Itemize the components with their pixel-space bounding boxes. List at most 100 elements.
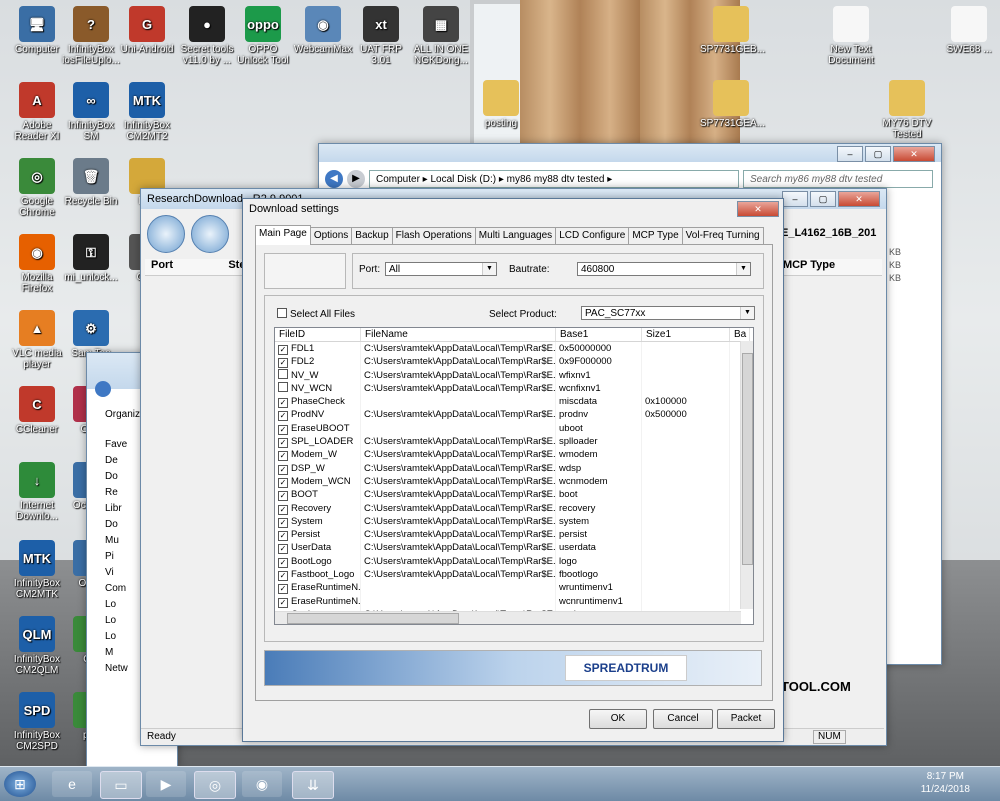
desktop-icon[interactable]: SP7731GEB...: [700, 6, 765, 55]
table-row[interactable]: ✓ FDL2 C:\Users\ramtek\AppData\Local\Temp\…: [275, 355, 753, 369]
close-icon[interactable]: ✕: [893, 146, 935, 162]
media-player-icon[interactable]: ▶: [146, 771, 186, 797]
checkbox-icon[interactable]: ✓: [278, 464, 288, 475]
checkbox-icon[interactable]: ✓: [278, 517, 288, 528]
nav-item[interactable]: Libr: [105, 501, 128, 517]
nav-item[interactable]: Do: [105, 517, 128, 533]
checkbox-icon[interactable]: ✓: [278, 438, 288, 449]
file-id-cell[interactable]: ✓ Fastboot_Logo: [275, 568, 361, 582]
nav-item[interactable]: M: [105, 645, 128, 661]
breadcrumb-computer[interactable]: Computer: [376, 174, 420, 185]
desktop-icon[interactable]: SP7731GEA...: [700, 80, 765, 129]
start-button[interactable]: ⊞: [4, 771, 36, 797]
search-input[interactable]: Search my86 my88 dtv tested: [743, 170, 933, 188]
tab-mcp-type[interactable]: MCP Type: [628, 227, 683, 245]
checkbox-icon[interactable]: [277, 308, 287, 318]
table-row[interactable]: ✓ BootLogo C:\Users\ramtek\AppData\Local\T…: [275, 554, 753, 569]
desktop-icon[interactable]: 🖥 Computer: [6, 6, 68, 55]
address-bar[interactable]: Computer ▸ Local Disk (D:) ▸ my86 my88 d…: [369, 170, 739, 188]
tab-lcd-configure[interactable]: LCD Configure: [555, 227, 630, 245]
table-row[interactable]: ✓ PhaseCheck miscdata 0x100000: [275, 395, 753, 409]
baudrate-select[interactable]: 460800 ▼: [577, 262, 751, 276]
product-select[interactable]: PAC_SC77xx ▼: [581, 306, 755, 320]
minimize-icon[interactable]: –: [837, 146, 863, 162]
desktop-icon[interactable]: ∞ InfinityBox SM: [60, 82, 122, 142]
breadcrumb-folder[interactable]: my86 my88 dtv tested: [507, 174, 605, 185]
firefox-icon[interactable]: ◉: [242, 771, 282, 797]
nav-item[interactable]: Lo: [105, 613, 128, 629]
close-icon[interactable]: ✕: [838, 191, 880, 207]
table-row[interactable]: ✓ Recovery C:\Users\ramtek\AppData\Local\T…: [275, 501, 753, 515]
port-select[interactable]: All ▼: [385, 262, 497, 276]
desktop-icon[interactable]: QLM InfinityBox CM2QLM: [6, 616, 68, 676]
chrome-icon[interactable]: ◎: [194, 771, 236, 799]
col-filename[interactable]: FileName: [361, 328, 556, 341]
checkbox-icon[interactable]: ✓: [278, 504, 288, 515]
table-row[interactable]: ✓ ProdNV C:\Users\ramtek\AppData\Local\Tem…: [275, 408, 753, 422]
file-explorer-icon[interactable]: ▭: [100, 771, 142, 799]
file-id-cell[interactable]: ✓ BootLogo: [275, 554, 361, 569]
file-id-cell[interactable]: ✓ EraseUBOOT: [275, 421, 361, 436]
table-row[interactable]: ✓ BOOT C:\Users\ramtek\AppData\Local\Temp\…: [275, 488, 753, 502]
desktop-icon[interactable]: MY76 DTV Tested: [876, 80, 938, 140]
forward-arrow-icon[interactable]: ▶: [347, 170, 365, 188]
desktop-icon[interactable]: SPD InfinityBox CM2SPD: [6, 692, 68, 752]
col-base2[interactable]: Ba: [730, 328, 750, 341]
chevron-down-icon[interactable]: ▼: [740, 307, 754, 319]
file-id-cell[interactable]: ✓ PhaseCheck: [275, 395, 361, 409]
tab-multi-languages[interactable]: Multi Languages: [474, 227, 557, 245]
nav-item[interactable]: Do: [105, 469, 128, 485]
horizontal-scrollbar[interactable]: [275, 611, 741, 624]
settings-icon[interactable]: [191, 215, 229, 253]
table-row[interactable]: ✓ SPL_LOADER C:\Users\ramtek\AppData\Local…: [275, 435, 753, 449]
minimize-icon[interactable]: –: [782, 191, 808, 207]
desktop-icon[interactable]: ● Secret tools v11.0 by ...: [176, 6, 238, 66]
checkbox-icon[interactable]: ✓: [278, 411, 288, 422]
file-id-cell[interactable]: ✓ System: [275, 514, 361, 529]
desktop-icon[interactable]: ? InfinityBox iosFileUplo...: [60, 6, 122, 66]
checkbox-icon[interactable]: ✓: [278, 544, 288, 555]
file-id-cell[interactable]: ✓ ProdNV: [275, 408, 361, 422]
checkbox-icon[interactable]: ✓: [278, 424, 288, 435]
ok-button[interactable]: OK: [589, 709, 647, 729]
nav-item[interactable]: Pi: [105, 549, 128, 565]
desktop-icon[interactable]: ▲ VLC media player: [6, 310, 68, 370]
table-row[interactable]: ✓ DSP_W C:\Users\ramtek\AppData\Local\Temp…: [275, 461, 753, 475]
desktop-icon[interactable]: ↓ Internet Downlo...: [6, 462, 68, 522]
table-row[interactable]: ✓ EraseUBOOT uboot: [275, 421, 753, 436]
desktop-icon[interactable]: G Uni-Android: [116, 6, 178, 55]
file-id-cell[interactable]: ✓ EraseRuntimeN...: [275, 594, 361, 608]
select-all-checkbox[interactable]: Select All Files: [277, 308, 355, 320]
table-row[interactable]: ✓ UserData C:\Users\ramtek\AppData\Local\T…: [275, 541, 753, 555]
file-id-cell[interactable]: ✓ Modem_W: [275, 448, 361, 462]
nav-item[interactable]: Mu: [105, 533, 128, 549]
desktop-icon[interactable]: C CCleaner: [6, 386, 68, 435]
desktop-icon[interactable]: posting: [470, 80, 532, 129]
chevron-down-icon[interactable]: ▼: [482, 263, 496, 275]
table-row[interactable]: ✓ EraseRuntimeN... wruntimenv1: [275, 581, 753, 595]
desktop-icon[interactable]: ▦ ALL IN ONE NGKDong...: [410, 6, 472, 66]
table-row[interactable]: NV_W C:\Users\ramtek\AppData\Local\Temp\R…: [275, 368, 753, 382]
table-row[interactable]: ✓ System C:\Users\ramtek\AppData\Local\Tem…: [275, 514, 753, 529]
file-id-cell[interactable]: ✓ BOOT: [275, 488, 361, 502]
file-id-cell[interactable]: ✓ FDL1: [275, 342, 361, 356]
internet-explorer-icon[interactable]: e: [52, 771, 92, 797]
checkbox-icon[interactable]: ✓: [278, 345, 288, 355]
col-size1[interactable]: Size1: [642, 328, 730, 341]
chevron-down-icon[interactable]: ▼: [736, 263, 750, 275]
back-arrow-icon[interactable]: ◀: [325, 170, 343, 188]
scroll-thumb[interactable]: [742, 353, 753, 565]
file-id-cell[interactable]: NV_W: [275, 368, 361, 382]
tab-vol-freq-turning[interactable]: Vol-Freq Turning: [681, 227, 764, 245]
checkbox-icon[interactable]: [278, 381, 288, 392]
file-id-cell[interactable]: ✓ SPL_LOADER: [275, 435, 361, 449]
back-arrow-icon[interactable]: [95, 381, 111, 397]
file-id-cell[interactable]: ✓ FDL2: [275, 355, 361, 369]
desktop-icon[interactable]: A Adobe Reader XI: [6, 82, 68, 142]
file-id-cell[interactable]: ✓ Persist: [275, 528, 361, 542]
file-id-cell[interactable]: ✓ UserData: [275, 541, 361, 555]
desktop-icon[interactable]: SWE68 ...: [938, 6, 1000, 55]
load-packet-icon[interactable]: [147, 215, 185, 253]
table-row[interactable]: ✓ EraseRuntimeN... wcnruntimenv1: [275, 594, 753, 608]
nav-item[interactable]: Fave: [105, 437, 128, 453]
